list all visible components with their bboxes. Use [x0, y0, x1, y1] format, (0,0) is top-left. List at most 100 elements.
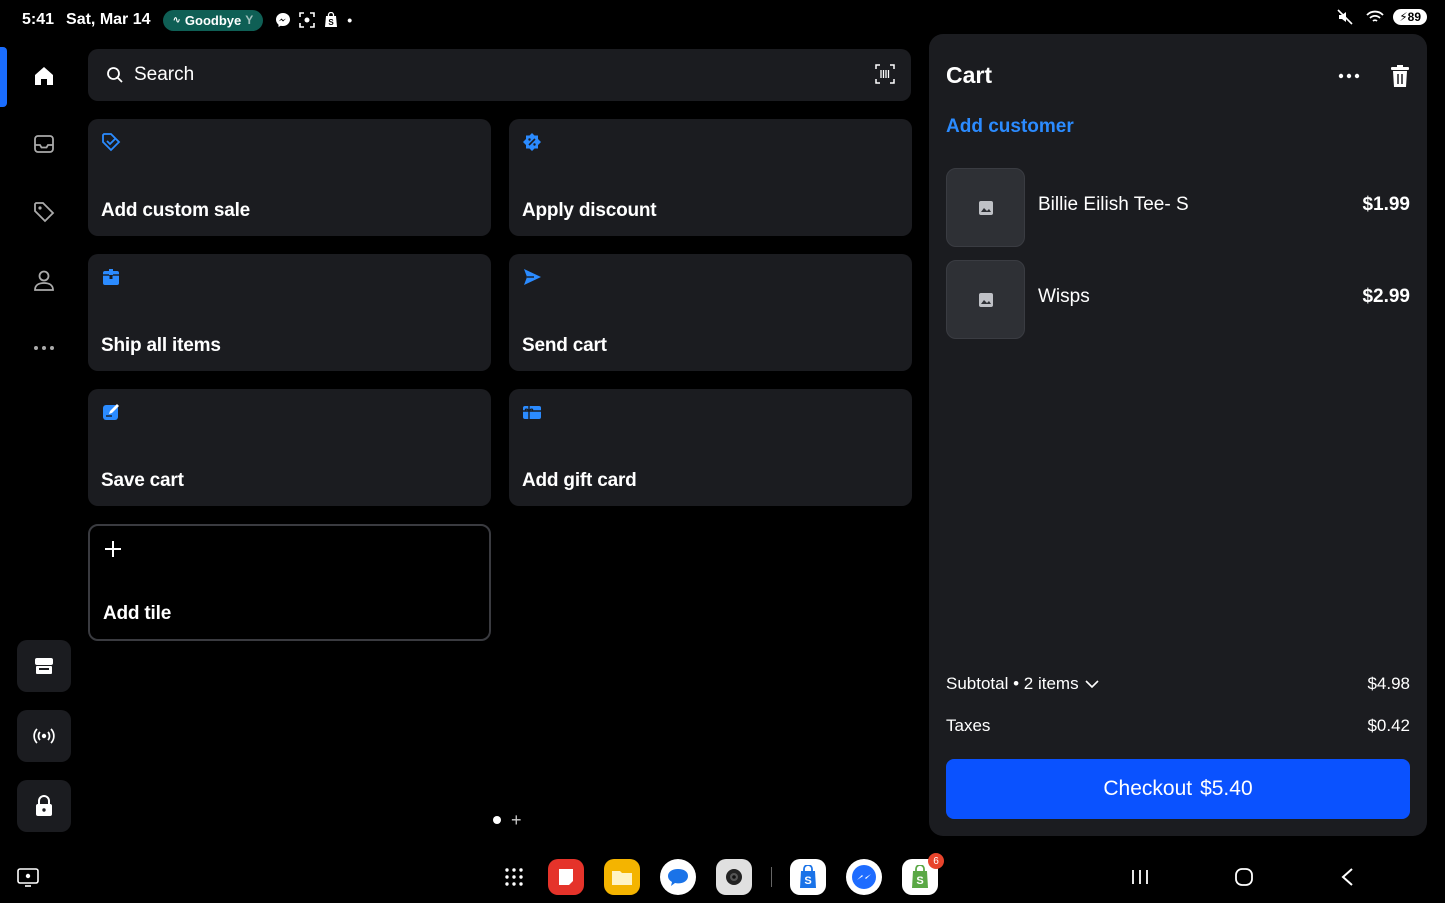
save-edit-icon [103, 404, 119, 420]
tile-send-cart[interactable]: Send cart [509, 254, 912, 371]
recents-button[interactable] [1128, 865, 1152, 889]
cart-panel: Cart Add customer Billie Eilish Tee- S $… [929, 34, 1427, 836]
product-thumbnail [946, 168, 1025, 247]
cart-more-button[interactable] [1336, 64, 1362, 88]
notification-badge: 6 [928, 853, 944, 869]
cart-title: Cart [946, 62, 993, 88]
shipping-box-icon [103, 269, 119, 285]
item-price: $1.99 [1362, 194, 1410, 215]
tile-save-cart[interactable]: Save cart [88, 389, 491, 506]
files-app-icon[interactable] [604, 859, 640, 895]
taxes-label: Taxes [946, 716, 991, 735]
tile-label: Add custom sale [101, 200, 251, 221]
left-rail [0, 45, 88, 845]
rail-customers[interactable] [24, 260, 64, 300]
status-date: Sat, Mar 14 [66, 11, 151, 28]
rail-products[interactable] [24, 192, 64, 232]
page-dot-active[interactable] [493, 816, 501, 824]
store-button[interactable] [17, 640, 71, 692]
back-chevron-icon [1341, 868, 1353, 886]
apps-grid-button[interactable] [496, 859, 532, 895]
screenshot-notif-icon [298, 11, 316, 29]
chevron-down-icon [1085, 680, 1099, 688]
store-icon [35, 658, 53, 674]
system-navbar: S S 6 [0, 851, 1445, 903]
waveform-icon: ∿ [172, 14, 181, 26]
notes-app-icon[interactable] [548, 859, 584, 895]
status-time: 5:41 [22, 11, 55, 28]
cart-line-item[interactable]: Wisps $2.99 [946, 260, 1410, 340]
tile-apply-discount[interactable]: Apply discount [509, 119, 912, 236]
checkout-total: $5.40 [1200, 777, 1253, 800]
tile-label: Add gift card [522, 470, 637, 491]
screen-share-button[interactable] [16, 865, 40, 889]
person-icon [34, 270, 54, 291]
more-notifs-dot: • [347, 12, 353, 28]
product-thumbnail [946, 260, 1025, 339]
shopify-app-icon[interactable]: S 6 [902, 853, 944, 895]
tile-label: Apply discount [522, 200, 657, 221]
messenger-app-icon[interactable] [846, 859, 882, 895]
item-name: Billie Eilish Tee- S [1038, 194, 1189, 215]
checkout-label: Checkout [1103, 777, 1193, 800]
subtotal-value: $4.98 [1367, 674, 1410, 693]
image-placeholder-icon [978, 292, 993, 307]
search-icon [107, 67, 123, 83]
trash-icon [1391, 65, 1409, 87]
mute-icon [1336, 8, 1354, 26]
tile-ship-all-items[interactable]: Ship all items [88, 254, 491, 371]
rail-orders[interactable] [24, 124, 64, 164]
search-bar[interactable]: Search [88, 49, 911, 101]
battery-level: 89 [1407, 10, 1421, 24]
barcode-scan-button[interactable] [875, 64, 895, 89]
lock-button[interactable] [17, 780, 71, 832]
barcode-scan-icon [875, 64, 895, 84]
add-customer-link[interactable]: Add customer [946, 116, 1074, 138]
gift-card-icon [523, 406, 541, 419]
wifi-icon [1366, 8, 1384, 26]
svg-text:S: S [329, 18, 335, 27]
active-indicator [0, 47, 7, 107]
svg-text:S: S [804, 875, 811, 887]
send-icon [524, 269, 541, 285]
media-pill-label: Goodbye [184, 12, 242, 28]
search-placeholder: Search [134, 64, 195, 85]
svg-text:S: S [916, 875, 923, 887]
item-name: Wisps [1038, 286, 1090, 307]
cart-line-item[interactable]: Billie Eilish Tee- S $1.99 [946, 168, 1410, 248]
dock-divider [771, 867, 772, 887]
checkout-button[interactable]: Checkout $5.40 [946, 759, 1410, 819]
home-button[interactable] [1232, 865, 1256, 889]
broadcast-button[interactable] [17, 710, 71, 762]
recents-icon [1132, 870, 1148, 884]
tile-label: Ship all items [101, 335, 221, 356]
back-button[interactable] [1335, 865, 1359, 889]
inbox-icon [34, 135, 54, 153]
clear-cart-button[interactable] [1390, 64, 1412, 88]
media-pill[interactable]: ∿ Goodbye Y [162, 9, 264, 31]
messages-app-icon[interactable] [660, 859, 696, 895]
battery-indicator: ⚡89 [1393, 9, 1427, 25]
more-horizontal-icon [1338, 73, 1360, 79]
home-circle-icon [1235, 868, 1253, 886]
tile-add-custom-sale[interactable]: Add custom sale [88, 119, 491, 236]
lock-icon [36, 795, 52, 816]
tile-label: Add tile [103, 603, 172, 624]
home-icon [35, 67, 53, 85]
tag-check-icon [102, 133, 121, 152]
page-indicator: + [493, 811, 522, 829]
tile-add-gift-card[interactable]: Add gift card [509, 389, 912, 506]
rail-home[interactable] [24, 56, 64, 96]
tile-add-tile[interactable]: Add tile [88, 524, 491, 641]
apps-grid-icon [505, 868, 523, 886]
shopify-notif-icon: S [322, 11, 340, 29]
tag-icon [34, 202, 55, 223]
discount-badge-icon [523, 133, 541, 151]
rail-more[interactable] [24, 328, 64, 368]
camera-app-icon[interactable] [716, 859, 752, 895]
plus-icon [105, 541, 121, 557]
shopify-pos-app-icon[interactable]: S [790, 859, 826, 895]
add-page-button[interactable]: + [511, 811, 522, 829]
messenger-notif-icon [274, 11, 292, 29]
screen-share-icon [17, 868, 39, 887]
